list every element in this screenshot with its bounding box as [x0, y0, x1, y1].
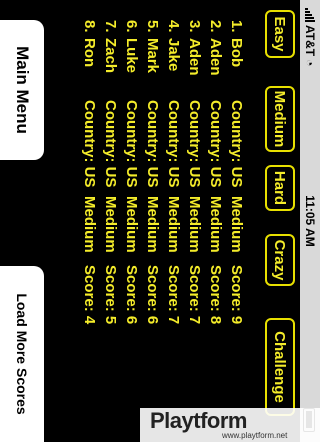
player-name: Bob [228, 38, 245, 68]
watermark-url: www.playtform.net [222, 431, 288, 440]
score-difficulty: Medium [228, 196, 245, 253]
score-difficulty: Medium [102, 196, 119, 253]
score-rank: 2. [207, 20, 224, 33]
main-menu-button[interactable]: Main Menu [0, 20, 44, 160]
player-country: Country: US [228, 100, 245, 188]
status-bar: AT&T ◔ 11:05 AM [300, 0, 320, 442]
player-name: Jake [165, 38, 182, 72]
player-name: Mark [144, 38, 161, 74]
score-value: Score: 7 [165, 265, 182, 325]
score-value: Score: 8 [207, 265, 224, 325]
tab-hard[interactable]: Hard [265, 165, 295, 211]
player-country: Country: US [144, 100, 161, 188]
score-difficulty: Medium [165, 196, 182, 253]
player-country: Country: US [186, 100, 203, 188]
score-difficulty: Medium [81, 196, 98, 253]
tab-medium[interactable]: Medium [265, 86, 295, 152]
player-country: Country: US [81, 100, 98, 188]
player-name: Luke [123, 38, 140, 74]
score-rank: 1. [228, 20, 245, 33]
player-country: Country: US [102, 100, 119, 188]
score-rank: 4. [165, 20, 182, 33]
score-rank: 7. [102, 20, 119, 33]
score-rank: 3. [186, 20, 203, 33]
score-rank: 8. [81, 20, 98, 33]
player-name: Aden [207, 38, 224, 76]
player-name: Aden [186, 38, 203, 76]
player-country: Country: US [165, 100, 182, 188]
score-difficulty: Medium [186, 196, 203, 253]
tab-easy[interactable]: Easy [265, 10, 295, 58]
score-rank: 6. [123, 20, 140, 33]
score-value: Score: 4 [81, 265, 98, 325]
score-value: Score: 9 [228, 265, 245, 325]
score-difficulty: Medium [144, 196, 161, 253]
load-more-scores-button[interactable]: Load More Scores [0, 266, 44, 442]
score-value: Score: 6 [144, 265, 161, 325]
player-country: Country: US [123, 100, 140, 188]
tab-challenge[interactable]: Challenge [265, 318, 295, 416]
scoreboard-view: Easy Medium Hard Crazy Challenge 1. Bob Co… [0, 0, 300, 442]
score-difficulty: Medium [123, 196, 140, 253]
screen: AT&T ◔ 11:05 AM Easy Medium Hard Crazy C… [0, 0, 320, 442]
player-name: Zach [102, 38, 119, 74]
score-value: Score: 7 [186, 265, 203, 325]
player-name: Ron [81, 38, 98, 68]
player-country: Country: US [207, 100, 224, 188]
tab-crazy[interactable]: Crazy [265, 234, 295, 286]
score-value: Score: 6 [123, 265, 140, 325]
status-time: 11:05 AM [303, 195, 317, 247]
score-value: Score: 5 [102, 265, 119, 325]
watermark: Playtform www.playtform.net [140, 408, 320, 442]
score-difficulty: Medium [207, 196, 224, 253]
score-rank: 5. [144, 20, 161, 33]
